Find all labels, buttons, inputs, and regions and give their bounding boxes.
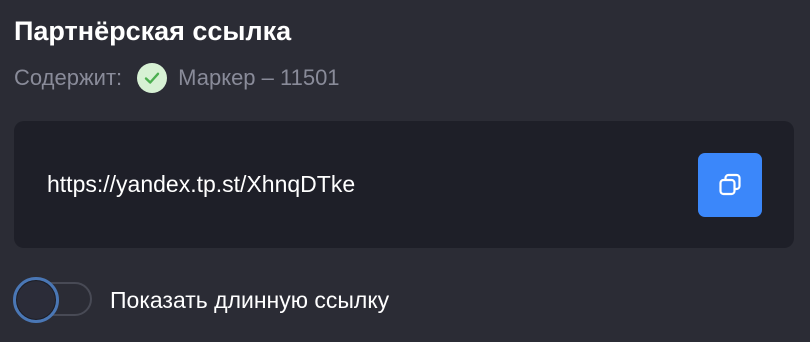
marker-value: Маркер – 11501 (178, 65, 340, 90)
long-link-toggle-row: Показать длинную ссылку (12, 277, 389, 323)
page-title: Партнёрская ссылка (14, 16, 292, 46)
check-circle-icon (137, 63, 168, 93)
partner-link-url[interactable]: https://yandex.tp.st/XhnqDTke (47, 169, 355, 199)
toggle-label[interactable]: Показать длинную ссылку (110, 285, 389, 315)
long-link-toggle[interactable] (12, 277, 94, 323)
link-box: https://yandex.tp.st/XhnqDTke (14, 121, 794, 248)
contains-label: Содержит: (14, 65, 123, 90)
toggle-knob (13, 277, 59, 323)
copy-icon (717, 172, 743, 198)
copy-button[interactable] (698, 153, 762, 217)
contains-row: Содержит: Маркер – 11501 (14, 61, 340, 95)
